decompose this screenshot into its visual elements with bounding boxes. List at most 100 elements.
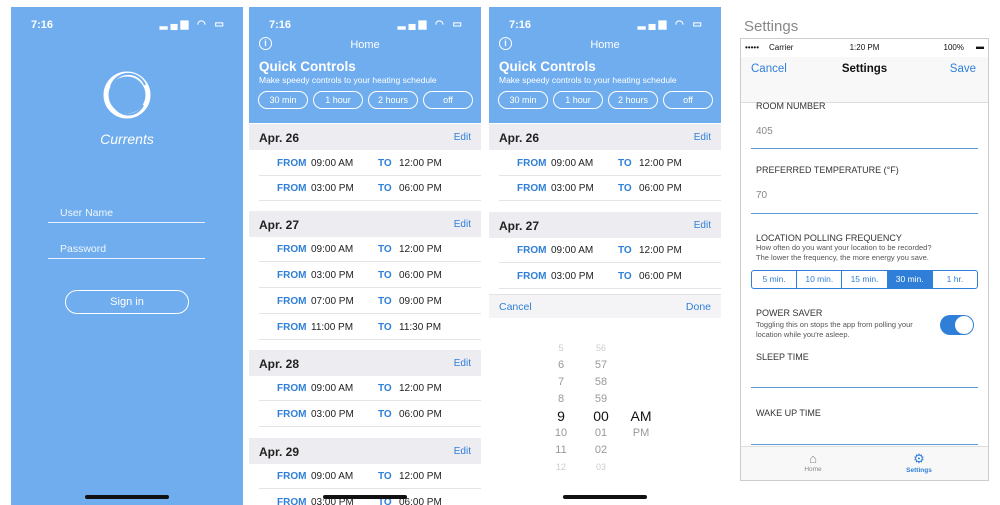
from-time: 03:00 PM: [311, 409, 354, 420]
day-date: Apr. 27: [259, 218, 300, 232]
day-date: Apr. 29: [259, 445, 300, 459]
edit-button[interactable]: Edit: [454, 358, 471, 369]
quick-off-button[interactable]: off: [423, 91, 473, 109]
room-number-underline: [751, 148, 978, 149]
temperature-field[interactable]: 70: [756, 190, 767, 201]
edit-button[interactable]: Edit: [454, 446, 471, 457]
password-field[interactable]: [48, 243, 205, 259]
day-date: Apr. 28: [259, 357, 300, 371]
schedule-row[interactable]: FROM 03:00 PM TO 06:00 PM: [259, 175, 481, 201]
day-header: Apr. 28 Edit: [249, 350, 481, 376]
tab-home-label: Home: [804, 466, 822, 473]
username-field[interactable]: [48, 207, 205, 223]
settings-page-caption: Settings: [744, 18, 799, 35]
temperature-underline: [751, 213, 978, 214]
to-label: TO: [378, 383, 392, 394]
schedule-row[interactable]: FROM 03:00 PM TO 06:00 PM: [259, 262, 481, 288]
sign-in-button[interactable]: Sign in: [65, 290, 189, 314]
tab-settings-label: Settings: [906, 467, 932, 474]
polling-option-5min[interactable]: 5 min.: [752, 271, 798, 288]
home-indicator: [323, 495, 407, 499]
time-picker-screen: 7:16 ▂▄▆ ◠ ▭ i Home Quick Controls Make …: [489, 7, 721, 505]
quick-30min-button[interactable]: 30 min: [498, 91, 548, 109]
from-time: 03:00 PM: [551, 271, 594, 282]
tab-bar: ⌂ Home ⚙ Settings: [741, 446, 988, 480]
quick-1hour-button[interactable]: 1 hour: [313, 91, 363, 109]
from-label: FROM: [277, 471, 307, 482]
settings-nav-bar: Cancel Settings Save: [741, 57, 988, 103]
edit-button[interactable]: Edit: [454, 219, 471, 230]
status-bar: 7:16 ▂▄▆ ◠ ▭: [489, 7, 721, 31]
picker-cancel-button[interactable]: Cancel: [499, 301, 532, 313]
schedule-row[interactable]: FROM 03:00 PM TO 06:00 PM: [499, 263, 721, 289]
edit-button[interactable]: Edit: [454, 132, 471, 143]
hour-option: 10: [554, 427, 568, 439]
edit-button[interactable]: Edit: [694, 132, 711, 143]
schedule-row[interactable]: FROM 09:00 AM TO 12:00 PM: [499, 150, 721, 176]
ampm-wheel[interactable]: - - - - AM PM: [621, 340, 661, 475]
quick-2hours-button[interactable]: 2 hours: [608, 91, 658, 109]
schedule-row[interactable]: FROM 09:00 AM TO 12:00 PM: [259, 150, 481, 176]
status-bar: ••••• Carrier 1:20 PM 100% ▬: [741, 39, 988, 57]
polling-help-1: How often do you want your location to b…: [756, 243, 932, 252]
minute-wheel[interactable]: 56 57 58 59 00 01 02 03: [581, 340, 621, 475]
to-time: 12:00 PM: [639, 158, 682, 169]
polling-option-15min[interactable]: 15 min.: [842, 271, 888, 288]
polling-option-30min[interactable]: 30 min.: [887, 271, 933, 288]
power-saver-toggle[interactable]: [940, 315, 974, 335]
schedule-row[interactable]: FROM 11:00 PM TO 11:30 PM: [259, 314, 481, 340]
quick-controls-subtitle: Make speedy controls to your heating sch…: [259, 75, 437, 85]
schedule-row[interactable]: FROM 03:00 PM TO 06:00 PM: [499, 175, 721, 201]
minute-option: 57: [594, 359, 608, 371]
power-saver-label: POWER SAVER: [756, 308, 823, 318]
from-time: 07:00 PM: [311, 296, 354, 307]
from-label: FROM: [277, 409, 307, 420]
to-label: TO: [378, 322, 392, 333]
to-label: TO: [618, 245, 632, 256]
schedule-row[interactable]: FROM 09:00 AM TO 12:00 PM: [259, 236, 481, 262]
wake-time-underline[interactable]: [751, 444, 978, 445]
schedule-row[interactable]: FROM 03:00 PM TO 06:00 PM: [259, 401, 481, 427]
from-time: 11:00 PM: [311, 322, 354, 333]
polling-option-10min[interactable]: 10 min.: [797, 271, 843, 288]
sleep-time-label: SLEEP TIME: [756, 352, 809, 362]
status-icons: ▂▄▆ ◠ ▭: [637, 19, 705, 30]
battery-icon: ▬: [976, 42, 984, 51]
status-bar: 7:16 ▂▄▆ ◠ ▭: [11, 7, 243, 31]
hour-option: 7: [557, 376, 565, 388]
polling-option-1hr[interactable]: 1 hr.: [933, 271, 977, 288]
quick-off-button[interactable]: off: [663, 91, 713, 109]
from-time: 03:00 PM: [311, 270, 354, 281]
sleep-time-underline[interactable]: [751, 387, 978, 388]
quick-30min-button[interactable]: 30 min: [258, 91, 308, 109]
from-time: 09:00 AM: [551, 158, 594, 169]
home-icon: ⌂: [809, 451, 817, 466]
hour-option: 8: [557, 393, 565, 405]
schedule-row[interactable]: FROM 09:00 AM TO 12:00 PM: [499, 237, 721, 263]
schedule-row[interactable]: FROM 07:00 PM TO 09:00 PM: [259, 288, 481, 314]
save-button[interactable]: Save: [950, 63, 976, 75]
temperature-label: PREFERRED TEMPERATURE (°F): [756, 165, 899, 175]
tab-settings[interactable]: ⚙ Settings: [889, 451, 949, 474]
tab-home[interactable]: ⌂ Home: [783, 451, 843, 473]
quick-controls-header: 7:16 ▂▄▆ ◠ ▭ i Home Quick Controls Make …: [249, 7, 481, 123]
minute-option: 03: [595, 462, 606, 472]
polling-help-2: The lower the frequency, the more energy…: [756, 253, 929, 262]
schedule-row[interactable]: FROM 09:00 AM TO 12:00 PM: [259, 463, 481, 489]
hour-option: 12: [555, 462, 566, 472]
battery-percent: 100%: [943, 43, 964, 52]
from-label: FROM: [277, 244, 307, 255]
to-label: TO: [618, 271, 632, 282]
picker-done-button[interactable]: Done: [686, 301, 711, 313]
schedule-row[interactable]: FROM 09:00 AM TO 12:00 PM: [259, 375, 481, 401]
room-number-field[interactable]: 405: [756, 126, 773, 137]
hour-wheel[interactable]: 5 6 7 8 9 10 11 12: [541, 340, 581, 475]
quick-2hours-button[interactable]: 2 hours: [368, 91, 418, 109]
to-time: 12:00 PM: [399, 383, 442, 394]
edit-button[interactable]: Edit: [694, 220, 711, 231]
to-label: TO: [618, 183, 632, 194]
from-time: 09:00 AM: [311, 244, 354, 255]
day-header: Apr. 26 Edit: [249, 124, 481, 150]
quick-1hour-button[interactable]: 1 hour: [553, 91, 603, 109]
day-header: Apr. 27 Edit: [489, 212, 721, 238]
